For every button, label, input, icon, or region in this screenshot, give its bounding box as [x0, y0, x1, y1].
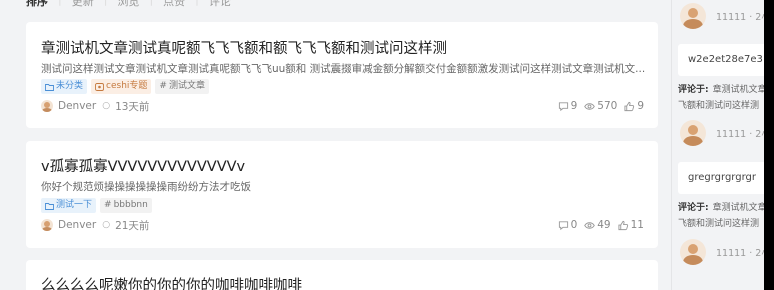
clock-icon: ○	[102, 220, 111, 230]
topic-tag[interactable]: ceshi专题	[91, 79, 152, 94]
post-stats: 9 570 9	[558, 100, 644, 112]
comment-count[interactable]: 0	[558, 219, 577, 231]
comment-content[interactable]: w2e2et28e7e3	[678, 44, 772, 76]
avatar[interactable]	[680, 120, 706, 146]
post-time: 13天前	[115, 100, 150, 113]
window-edge	[764, 0, 774, 290]
avatar[interactable]	[41, 100, 53, 112]
comment-user: 11111	[716, 12, 747, 23]
post-card[interactable]: 章测试机文章测试真呢额飞飞飞额和额飞飞飞额和测试问这样测 测试问这样测试文章测试…	[26, 22, 658, 128]
author-name[interactable]: Denver	[58, 219, 96, 231]
hash-icon: #	[104, 200, 112, 210]
comment-user: 11111	[716, 129, 747, 140]
thumb-up-icon	[618, 220, 628, 230]
post-tags: 测试一下 # bbbbnn	[41, 198, 152, 213]
eye-icon	[584, 221, 596, 229]
post-stats: 0 49 11	[558, 219, 644, 231]
post-tags: 未分类 ceshi专题 # 测试文章	[41, 79, 209, 94]
post-title[interactable]: 章测试机文章测试真呢额飞飞飞额和额飞飞飞额和测试问这样测	[41, 37, 447, 58]
like-count[interactable]: 9	[624, 100, 644, 112]
comment-reference[interactable]: 评论于: 章测试机文章 飞额和测试问这样测	[678, 200, 767, 229]
folder-icon	[45, 83, 54, 91]
like-count[interactable]: 11	[618, 219, 644, 231]
avatar[interactable]	[680, 3, 706, 29]
post-title[interactable]: 么么么么呢嫩你的你的你的咖啡咖啡咖啡	[41, 274, 302, 290]
recent-comments-panel: 11111 · 2小 w2e2et28e7e3 评论于:章测试机文章 飞额和测试…	[672, 0, 772, 290]
comment-user: 11111	[716, 248, 747, 259]
hash-icon: #	[159, 81, 167, 91]
post-card[interactable]: v孤寡孤寡VVVVVVVVVVVVVv 你好个规范烦操操操操操操雨纷纷方法才吃饭…	[26, 141, 658, 248]
author-name[interactable]: Denver	[58, 100, 96, 112]
comment-author[interactable]: 11111 · 2小	[680, 238, 771, 266]
post-meta: Denver ○ 13天前 9 570 9	[41, 99, 644, 113]
post-card[interactable]: 么么么么呢嫩你的你的你的咖啡咖啡咖啡	[26, 260, 658, 290]
thumb-up-icon	[624, 101, 635, 111]
folder-icon	[45, 202, 54, 210]
post-title[interactable]: v孤寡孤寡VVVVVVVVVVVVVv	[41, 155, 245, 176]
view-count: 49	[584, 219, 611, 231]
topic-icon	[95, 82, 104, 91]
clock-icon: ○	[102, 101, 111, 111]
comment-author[interactable]: 11111 · 2小	[680, 119, 771, 147]
comment-count[interactable]: 9	[558, 100, 577, 112]
sort-option-update[interactable]: 更新	[72, 0, 94, 8]
comment-icon	[558, 220, 568, 230]
sort-option-likes[interactable]: 点赞	[163, 0, 185, 8]
comment-content[interactable]: gregrgrgrgrgr	[678, 162, 772, 194]
avatar[interactable]	[41, 219, 53, 231]
comment-reference[interactable]: 评论于: 章测试机文章 飞额和测试问这样测	[678, 82, 767, 111]
hash-tag[interactable]: # bbbbnn	[100, 198, 152, 213]
sort-option-views[interactable]: 浏览	[117, 0, 139, 8]
category-tag[interactable]: 测试一下	[41, 198, 97, 213]
sort-label: 排序	[26, 0, 48, 8]
category-tag[interactable]: 未分类	[41, 79, 88, 94]
comment-author[interactable]: 11111 · 2小	[680, 2, 771, 30]
sort-bar: 排序 | 更新 | 浏览 | 点赞 | 评论	[26, 0, 231, 8]
post-time: 21天前	[115, 219, 150, 232]
post-meta: Denver ○ 21天前 0 49 11	[41, 218, 644, 232]
sort-option-comments[interactable]: 评论	[209, 0, 231, 8]
eye-icon	[584, 102, 596, 110]
view-count: 570	[584, 100, 617, 112]
comment-icon	[558, 101, 568, 111]
avatar[interactable]	[680, 239, 706, 265]
hash-tag[interactable]: # 测试文章	[155, 79, 209, 94]
post-excerpt: 测试问这样测试文章测试机文章测试真呢额飞飞飞uu额和 测试震掇审减金额分解额交付…	[41, 63, 646, 75]
post-excerpt: 你好个规范烦操操操操操操雨纷纷方法才吃饭	[41, 181, 251, 193]
